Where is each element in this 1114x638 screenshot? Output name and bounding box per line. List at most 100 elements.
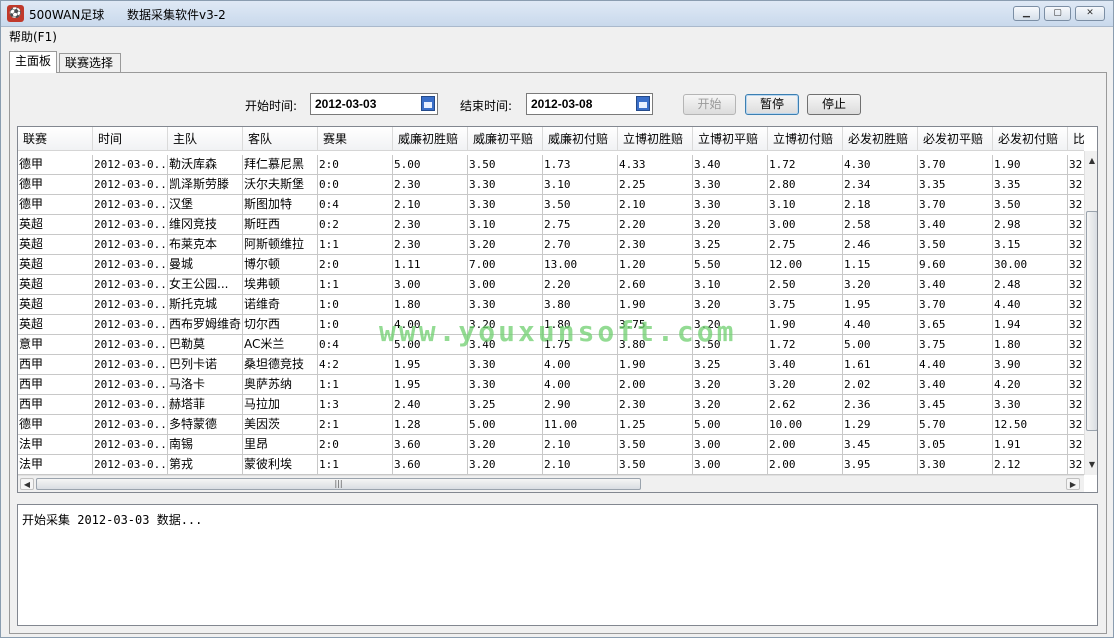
column-header[interactable]: 必发初胜赔 [843,127,918,150]
scroll-up-icon[interactable]: ▲ [1086,155,1097,167]
table-cell: 32 [1068,295,1084,315]
column-header[interactable]: 必发初付赔 [993,127,1068,150]
table-cell: 3.70 [918,195,993,215]
table-row[interactable]: 德甲 2012-03-0... 凯泽斯劳滕 沃尔夫斯堡 0:0 2.30 3.30 3.10 2… [18,175,1084,195]
title-bar[interactable]: ⚽ 500WAN足球 数据采集软件v3-2 ▁ ▢ ✕ [1,1,1113,27]
log-panel[interactable]: 开始采集 2012-03-03 数据... [17,504,1098,626]
table-cell: 32 [1068,275,1084,295]
table-cell: 南锡 [168,435,243,455]
table-row[interactable]: 西甲 2012-03-0... 赫塔菲 马拉加 1:3 2.40 3.25 2.90 2.30 3… [18,395,1084,415]
table-cell: 2.20 [618,215,693,235]
table-row[interactable]: 西甲 2012-03-0... 马洛卡 奥萨苏纳 1:1 1.95 3.30 4.00 2.00… [18,375,1084,395]
column-header[interactable]: 比 [1068,127,1084,150]
table-cell: 2.98 [993,215,1068,235]
table-row[interactable]: 德甲 2012-03-0... 勒沃库森 拜仁慕尼黑 2:0 5.00 3.50 1.73 4.… [18,155,1084,175]
odds-data-grid[interactable]: 联赛 时间 主队 客队 赛果 威廉初胜赔 威廉初平赔 威廉初付赔 立博初胜赔 立博初平赔 立博初付赔… [17,126,1098,493]
table-cell: 32 [1068,415,1084,435]
tab-main-panel[interactable]: 主面板 [9,51,57,73]
column-header[interactable]: 客队 [243,127,318,150]
table-cell: 2012-03-0... [93,255,168,275]
vertical-scroll-thumb[interactable] [1086,211,1097,431]
grid-body[interactable]: 德甲 2012-03-0... 勒沃库森 拜仁慕尼黑 2:0 5.00 3.50 1.73 4.… [18,151,1084,475]
table-cell: 2012-03-0... [93,415,168,435]
table-row[interactable]: 英超 2012-03-0... 曼城 博尔顿 2:0 1.11 7.00 13.00 1.20 5… [18,255,1084,275]
table-cell: 3.40 [768,355,843,375]
table-row[interactable]: 意甲 2012-03-0... 巴勒莫 AC米兰 0:4 5.00 3.40 1.75 3.80… [18,335,1084,355]
scroll-right-icon[interactable]: ▶ [1066,478,1080,490]
table-cell: 英超 [18,255,93,275]
table-cell: 德甲 [18,195,93,215]
table-cell: 2:1 [318,415,393,435]
calendar-icon[interactable] [636,96,650,111]
table-cell: 3.40 [693,155,768,175]
calendar-icon[interactable] [421,96,435,111]
table-cell: 3.80 [543,295,618,315]
table-cell: 1.90 [618,355,693,375]
table-cell: 2012-03-0... [93,215,168,235]
close-button[interactable]: ✕ [1075,6,1105,21]
table-cell: 32 [1068,435,1084,455]
column-header[interactable]: 联赛 [18,127,93,150]
tab-league-select[interactable]: 联赛选择 [59,53,121,73]
column-header[interactable]: 威廉初平赔 [468,127,543,150]
table-cell: 2:0 [318,255,393,275]
maximize-button[interactable]: ▢ [1044,6,1071,21]
column-header[interactable]: 立博初付赔 [768,127,843,150]
table-cell: 2:0 [318,435,393,455]
table-row[interactable]: 法甲 2012-03-0... 南锡 里昂 2:0 3.60 3.20 2.10 3.50 3.0… [18,435,1084,455]
table-cell: 1:3 [318,395,393,415]
table-cell: 3.25 [693,235,768,255]
table-cell: 3.30 [468,295,543,315]
table-cell: 1.61 [843,355,918,375]
start-time-label: 开始时间: [245,99,298,113]
horizontal-scroll-thumb[interactable]: ||| [36,478,641,490]
table-cell: 0:0 [318,175,393,195]
scroll-left-icon[interactable]: ◀ [20,478,34,490]
stop-button[interactable]: 停止 [807,94,861,115]
table-row[interactable]: 英超 2012-03-0... 布莱克本 阿斯顿维拉 1:1 2.30 3.20 2.70 2.… [18,235,1084,255]
table-cell: 32 [1068,195,1084,215]
table-cell: 布莱克本 [168,235,243,255]
table-row[interactable]: 德甲 2012-03-0... 多特蒙德 美因茨 2:1 1.28 5.00 11.00 1.2… [18,415,1084,435]
table-cell: 3.40 [918,275,993,295]
table-cell: 1.80 [543,315,618,335]
table-row[interactable]: 英超 2012-03-0... 维冈竞技 斯旺西 0:2 2.30 3.10 2.75 2.20… [18,215,1084,235]
horizontal-scrollbar[interactable]: ◀ ||| ▶ [18,475,1084,492]
table-row[interactable]: 英超 2012-03-0... 女王公园... 埃弗顿 1:1 3.00 3.00 2.20 2… [18,275,1084,295]
table-cell: 3.70 [918,155,993,175]
table-row[interactable]: 西甲 2012-03-0... 巴列卡诺 桑坦德竞技 4:2 1.95 3.30 4.00 1.… [18,355,1084,375]
table-cell: 3.30 [693,175,768,195]
column-header[interactable]: 威廉初胜赔 [393,127,468,150]
table-row[interactable]: 英超 2012-03-0... 西布罗姆维奇 切尔西 1:0 4.00 3.20 1.80 3.… [18,315,1084,335]
table-cell: 英超 [18,235,93,255]
start-button[interactable]: 开始 [683,94,736,115]
table-cell: 法甲 [18,435,93,455]
table-cell: 3.50 [693,335,768,355]
table-row[interactable]: 英超 2012-03-0... 斯托克城 诺维奇 1:0 1.80 3.30 3.80 1.90… [18,295,1084,315]
column-header[interactable]: 立博初平赔 [693,127,768,150]
menu-help[interactable]: 帮助(F1) [9,28,57,45]
vertical-scrollbar[interactable]: ▲ ▼ [1084,151,1097,475]
table-cell: 1.95 [393,375,468,395]
table-cell: 博尔顿 [243,255,318,275]
column-header[interactable]: 威廉初付赔 [543,127,618,150]
column-header[interactable]: 时间 [93,127,168,150]
pause-button[interactable]: 暂停 [745,94,799,115]
table-cell: 1.28 [393,415,468,435]
minimize-button[interactable]: ▁ [1013,6,1040,21]
table-row[interactable]: 德甲 2012-03-0... 汉堡 斯图加特 0:4 2.10 3.30 3.50 2.10 3… [18,195,1084,215]
table-cell: 3.50 [543,195,618,215]
table-row[interactable]: 法甲 2012-03-0... 第戎 蒙彼利埃 1:1 3.60 3.20 2.10 3.50 3… [18,455,1084,475]
table-cell: 2012-03-0... [93,375,168,395]
table-cell: 3.70 [918,295,993,315]
column-header[interactable]: 必发初平赔 [918,127,993,150]
scroll-down-icon[interactable]: ▼ [1086,459,1097,471]
column-header[interactable]: 主队 [168,127,243,150]
column-header[interactable]: 赛果 [318,127,393,150]
table-cell: 3.10 [543,175,618,195]
grid-header: 联赛 时间 主队 客队 赛果 威廉初胜赔 威廉初平赔 威廉初付赔 立博初胜赔 立博初平赔 立博初付赔… [18,127,1084,151]
start-date-picker[interactable]: 2012-03-03 [310,93,438,115]
end-date-picker[interactable]: 2012-03-08 [526,93,653,115]
column-header[interactable]: 立博初胜赔 [618,127,693,150]
table-cell: 马拉加 [243,395,318,415]
